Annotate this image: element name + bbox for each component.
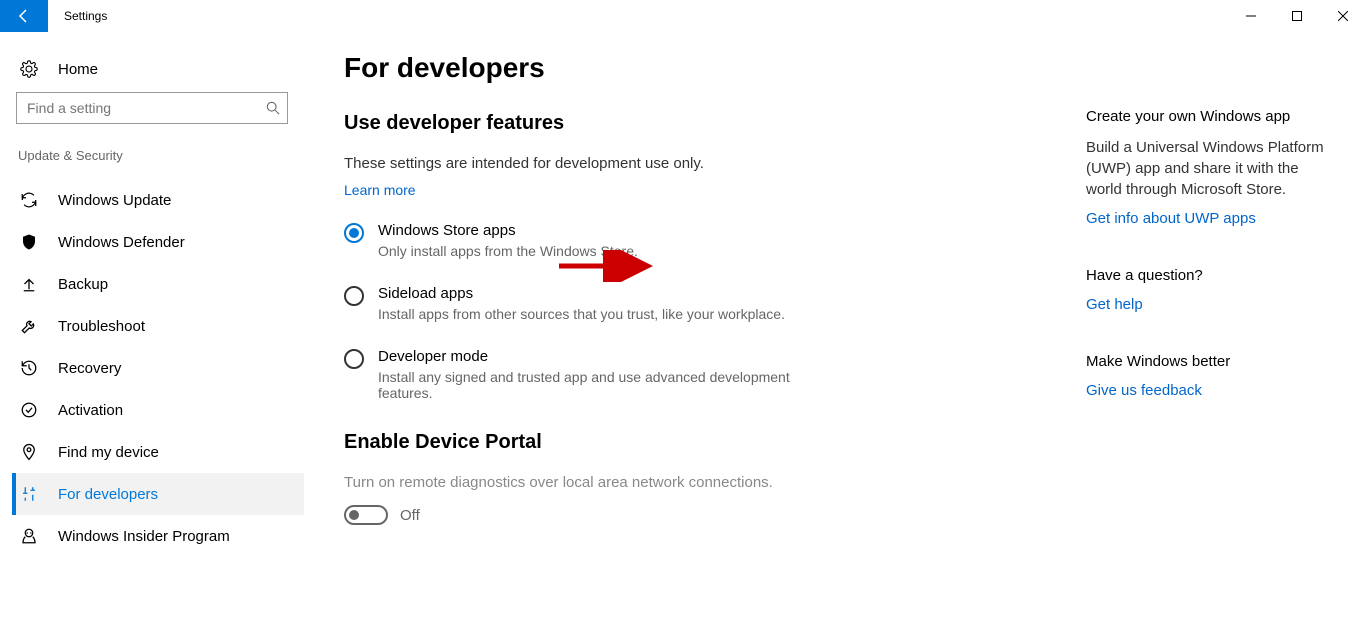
home-label: Home bbox=[58, 61, 98, 78]
radio-windows-store-apps[interactable]: Windows Store apps Only install apps fro… bbox=[344, 222, 1046, 259]
dev-mode-radio-group: Windows Store apps Only install apps fro… bbox=[344, 222, 1046, 401]
info-create-link[interactable]: Get info about UWP apps bbox=[1086, 210, 1336, 227]
insider-icon bbox=[20, 527, 38, 545]
radio-sideload-apps[interactable]: Sideload apps Install apps from other so… bbox=[344, 285, 1046, 322]
sidebar-item-label: Backup bbox=[58, 276, 108, 293]
arrow-left-icon bbox=[16, 8, 32, 24]
info-better-title: Make Windows better bbox=[1086, 353, 1336, 370]
sidebar-item-for-developers[interactable]: For developers bbox=[12, 473, 304, 515]
sidebar-item-backup[interactable]: Backup bbox=[12, 263, 304, 305]
page-title: For developers bbox=[344, 52, 1046, 84]
wrench-icon bbox=[20, 317, 38, 335]
toggle-label: Off bbox=[400, 507, 420, 524]
shield-icon bbox=[20, 233, 38, 251]
main-content: For developers Use developer features Th… bbox=[320, 32, 1086, 635]
history-icon bbox=[20, 359, 38, 377]
radio-desc: Install apps from other sources that you… bbox=[378, 306, 785, 322]
radio-label: Developer mode bbox=[378, 348, 798, 365]
window-controls bbox=[1228, 0, 1366, 32]
location-icon bbox=[20, 443, 38, 461]
radio-developer-mode[interactable]: Developer mode Install any signed and tr… bbox=[344, 348, 1046, 401]
search-icon bbox=[266, 101, 280, 115]
sidebar-item-label: Windows Defender bbox=[58, 234, 185, 251]
sidebar-item-label: Find my device bbox=[58, 444, 159, 461]
radio-desc: Install any signed and trusted app and u… bbox=[378, 369, 798, 401]
device-portal-toggle-row: Off bbox=[344, 505, 1046, 525]
sidebar-item-troubleshoot[interactable]: Troubleshoot bbox=[12, 305, 304, 347]
sidebar-item-windows-insider[interactable]: Windows Insider Program bbox=[12, 515, 304, 557]
sidebar-item-label: Windows Insider Program bbox=[58, 528, 230, 545]
sidebar-item-windows-update[interactable]: Windows Update bbox=[12, 179, 304, 221]
radio-icon bbox=[344, 286, 364, 306]
radio-icon bbox=[344, 349, 364, 369]
info-panel: Create your own Windows app Build a Univ… bbox=[1086, 32, 1366, 635]
tools-icon bbox=[20, 485, 38, 503]
back-button[interactable] bbox=[0, 0, 48, 32]
window-title: Settings bbox=[64, 9, 107, 23]
sidebar-item-label: Troubleshoot bbox=[58, 318, 145, 335]
home-button[interactable]: Home bbox=[16, 54, 304, 92]
minimize-button[interactable] bbox=[1228, 0, 1274, 32]
radio-label: Sideload apps bbox=[378, 285, 785, 302]
sidebar-item-find-my-device[interactable]: Find my device bbox=[12, 431, 304, 473]
close-button[interactable] bbox=[1320, 0, 1366, 32]
check-circle-icon bbox=[20, 401, 38, 419]
search-input[interactable] bbox=[16, 92, 288, 124]
sidebar-item-label: For developers bbox=[58, 486, 158, 503]
gear-icon bbox=[20, 60, 38, 78]
info-question-title: Have a question? bbox=[1086, 267, 1336, 284]
section-header-device-portal: Enable Device Portal bbox=[344, 431, 1046, 454]
device-portal-text: Turn on remote diagnostics over local ar… bbox=[344, 474, 1046, 491]
get-help-link[interactable]: Get help bbox=[1086, 296, 1336, 313]
sidebar: Home Update & Security Windows Update Wi… bbox=[0, 32, 320, 635]
radio-label: Windows Store apps bbox=[378, 222, 638, 239]
radio-desc: Only install apps from the Windows Store… bbox=[378, 243, 638, 259]
sidebar-item-recovery[interactable]: Recovery bbox=[12, 347, 304, 389]
sidebar-item-label: Recovery bbox=[58, 360, 121, 377]
dev-features-text: These settings are intended for developm… bbox=[344, 155, 1046, 172]
search-box bbox=[16, 92, 288, 124]
sidebar-item-windows-defender[interactable]: Windows Defender bbox=[12, 221, 304, 263]
sync-icon bbox=[20, 191, 38, 209]
sidebar-item-activation[interactable]: Activation bbox=[12, 389, 304, 431]
title-bar: Settings bbox=[0, 0, 1366, 32]
info-create-title: Create your own Windows app bbox=[1086, 108, 1336, 125]
sidebar-item-label: Windows Update bbox=[58, 192, 171, 209]
upload-icon bbox=[20, 275, 38, 293]
device-portal-toggle[interactable] bbox=[344, 505, 388, 525]
maximize-button[interactable] bbox=[1274, 0, 1320, 32]
radio-icon bbox=[344, 223, 364, 243]
info-create-text: Build a Universal Windows Platform (UWP)… bbox=[1086, 137, 1336, 200]
section-header-dev-features: Use developer features bbox=[344, 112, 1046, 135]
learn-more-link[interactable]: Learn more bbox=[344, 182, 1046, 198]
feedback-link[interactable]: Give us feedback bbox=[1086, 382, 1336, 399]
sidebar-item-label: Activation bbox=[58, 402, 123, 419]
sidebar-group-header: Update & Security bbox=[16, 148, 304, 163]
